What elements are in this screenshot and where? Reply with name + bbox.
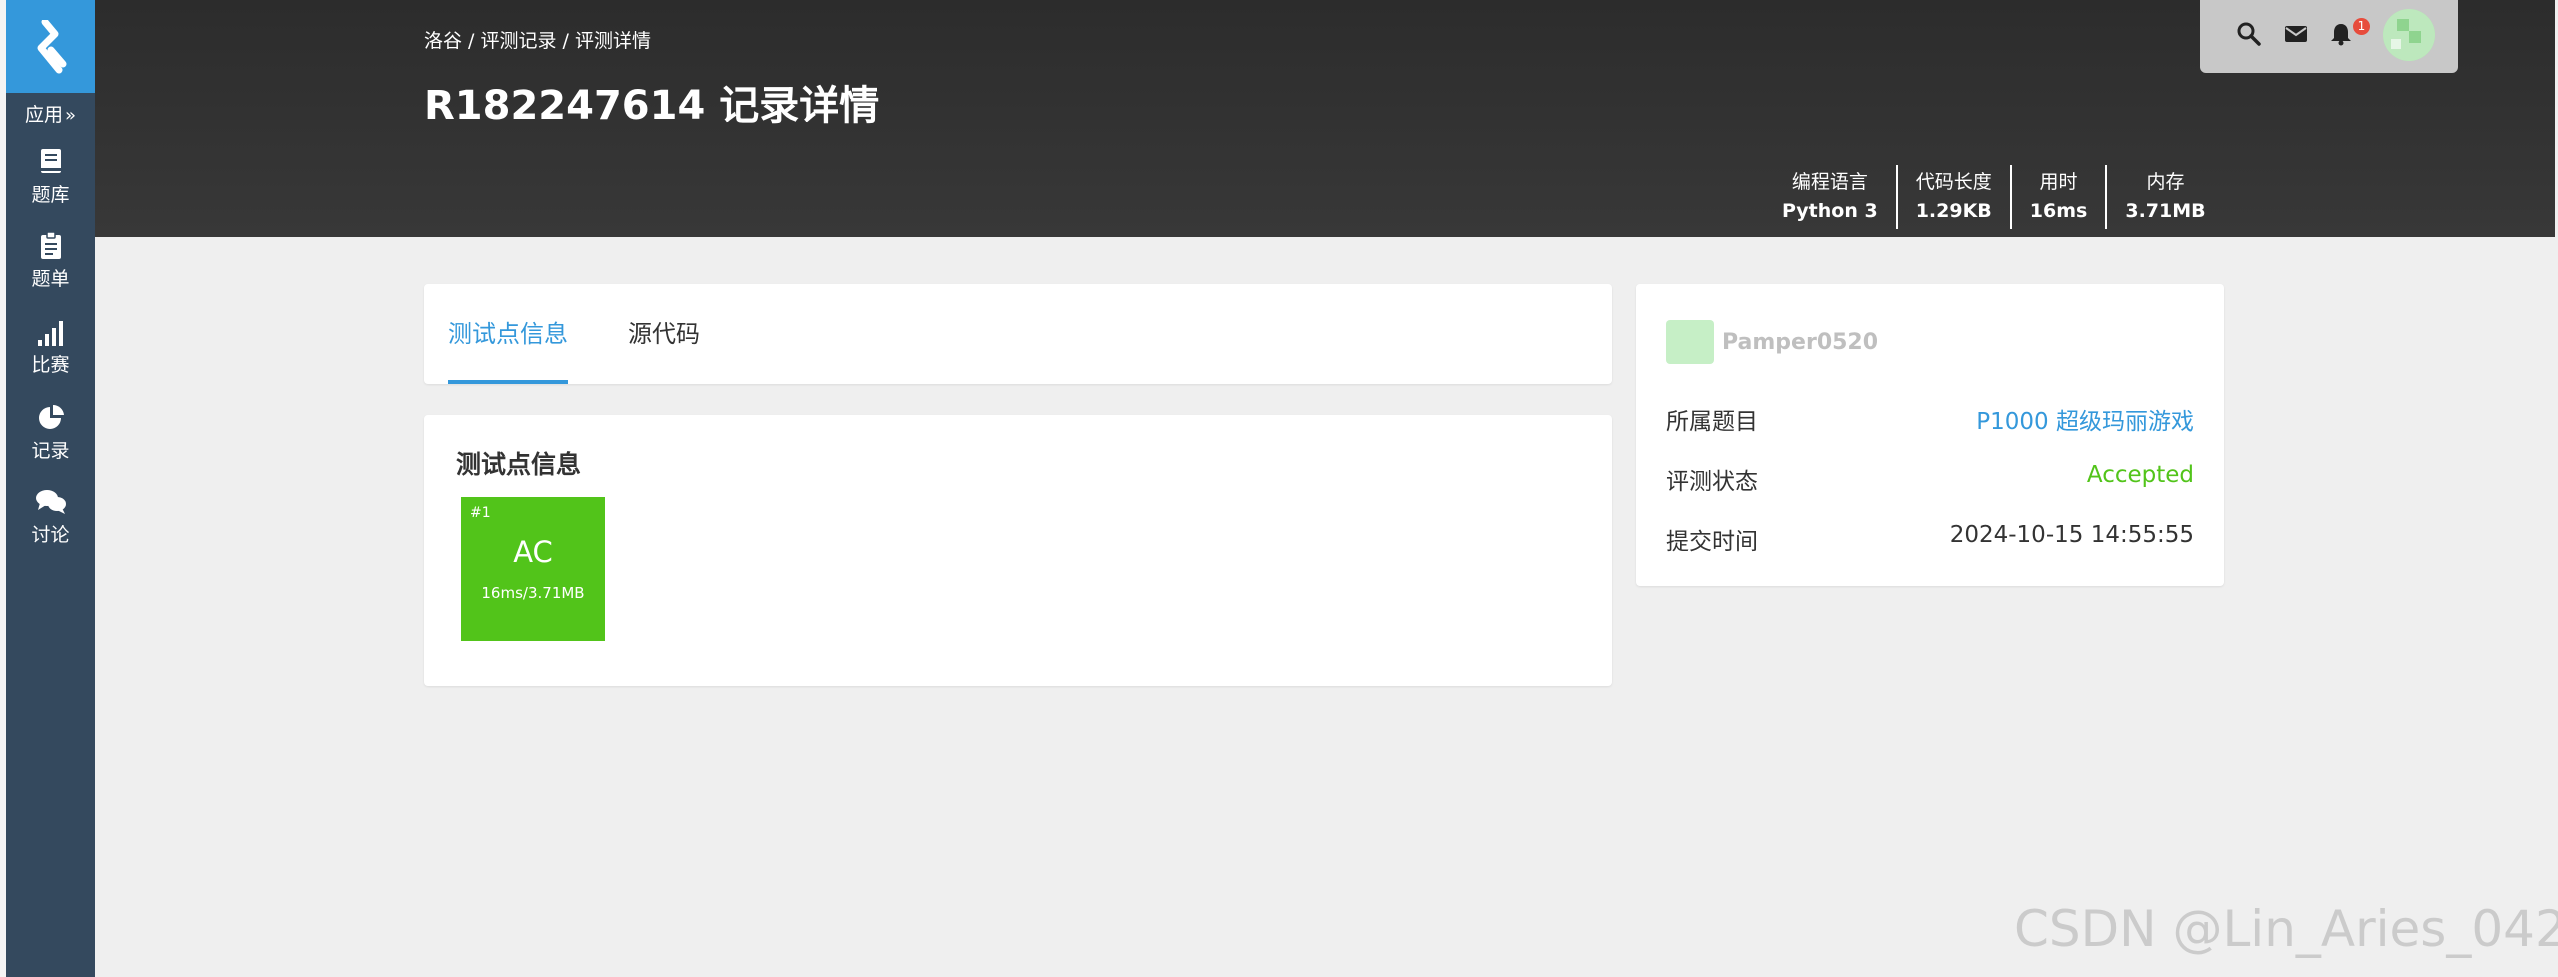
testcases-title: 测试点信息: [456, 450, 582, 479]
comments-icon: [35, 490, 66, 514]
stat-label: 编程语言: [1791, 171, 1868, 193]
stat-label: 用时: [2039, 171, 2078, 193]
page-title: R182247614 记录详情: [424, 83, 880, 129]
apps-label: 应用: [24, 104, 63, 126]
info-label: 提交时间: [1666, 529, 1758, 555]
stat-code-length: 代码长度 1.29KB: [1898, 165, 2012, 229]
testcase-number: #1: [470, 505, 491, 521]
tab-source-code[interactable]: 源代码: [628, 284, 700, 384]
sidebar-item-contest[interactable]: 比赛: [6, 316, 95, 377]
info-row-problem: 所属题目 P1000 超级玛丽游戏: [1666, 402, 2194, 436]
logo-icon: [37, 19, 66, 73]
luogu-logo[interactable]: [6, 0, 95, 93]
sidebar: 应用» 题库 题单 比赛 记录 讨论: [6, 0, 95, 977]
stat-memory: 内存 3.71MB: [2107, 165, 2223, 229]
testcases-card: 测试点信息 #1 AC 16ms/3.71MB: [424, 415, 1612, 686]
notification-badge: 1: [2353, 18, 2370, 35]
clipboard-icon: [40, 231, 61, 259]
stat-label: 内存: [2146, 171, 2185, 193]
stat-label: 代码长度: [1915, 171, 1992, 193]
sidebar-item-problems[interactable]: 题库: [6, 146, 95, 207]
bar-chart-icon: [37, 321, 63, 346]
sidebar-item-training[interactable]: 题单: [6, 230, 95, 291]
sidebar-item-label: 讨论: [31, 524, 70, 546]
stat-value: 16ms: [2029, 200, 2088, 222]
tabs-card: 测试点信息 源代码: [424, 284, 1612, 384]
user-row[interactable]: Pamper0520: [1666, 320, 1878, 364]
search-icon[interactable]: [2235, 20, 2263, 48]
testcase-status: AC: [513, 535, 553, 569]
breadcrumb[interactable]: 洛谷 / 评测记录 / 评测详情: [424, 26, 651, 53]
watermark: CSDN @Lin_Aries_0421: [2014, 900, 2558, 958]
stat-value: 3.71MB: [2125, 200, 2206, 222]
info-label: 评测状态: [1666, 469, 1758, 495]
sidebar-item-label: 题单: [31, 268, 70, 290]
avatar-pattern-icon: [2383, 9, 2435, 61]
sidebar-item-label: 记录: [31, 440, 70, 462]
bell-icon[interactable]: [2327, 20, 2355, 48]
apps-menu-button[interactable]: 应用»: [6, 100, 95, 127]
mail-icon[interactable]: [2282, 20, 2310, 48]
sidebar-item-label: 题库: [31, 184, 70, 206]
problem-link[interactable]: P1000 超级玛丽游戏: [1976, 402, 2194, 436]
avatar[interactable]: [2383, 9, 2435, 61]
sidebar-item-label: 比赛: [31, 354, 70, 376]
info-row-status: 评测状态 Accepted: [1666, 462, 2194, 496]
info-label: 所属题目: [1666, 409, 1758, 435]
record-info-card: Pamper0520 所属题目 P1000 超级玛丽游戏 评测状态 Accept…: [1636, 284, 2224, 586]
user-avatar: [1666, 320, 1714, 364]
info-row-submit-time: 提交时间 2024-10-15 14:55:55: [1666, 522, 2194, 556]
double-chevron-right-icon: »: [65, 105, 77, 126]
record-stats: 编程语言 Python 3 代码长度 1.29KB 用时 16ms 内存 3.7…: [1764, 165, 2224, 229]
username[interactable]: Pamper0520: [1722, 330, 1878, 355]
status-value: Accepted: [2086, 462, 2194, 488]
testcase-block[interactable]: #1 AC 16ms/3.71MB: [461, 497, 605, 641]
stat-value: Python 3: [1782, 200, 1878, 222]
stat-language: 编程语言 Python 3: [1764, 165, 1898, 229]
sidebar-item-records[interactable]: 记录: [6, 402, 95, 463]
sidebar-item-discuss[interactable]: 讨论: [6, 486, 95, 547]
stat-time: 用时 16ms: [2012, 165, 2108, 229]
testcase-meta: 16ms/3.71MB: [481, 584, 585, 602]
pie-chart-icon: [38, 404, 64, 429]
tab-testcases[interactable]: 测试点信息: [448, 284, 568, 384]
stat-value: 1.29KB: [1915, 200, 1992, 222]
submit-time-value: 2024-10-15 14:55:55: [1949, 522, 2194, 548]
book-icon: [40, 149, 61, 173]
